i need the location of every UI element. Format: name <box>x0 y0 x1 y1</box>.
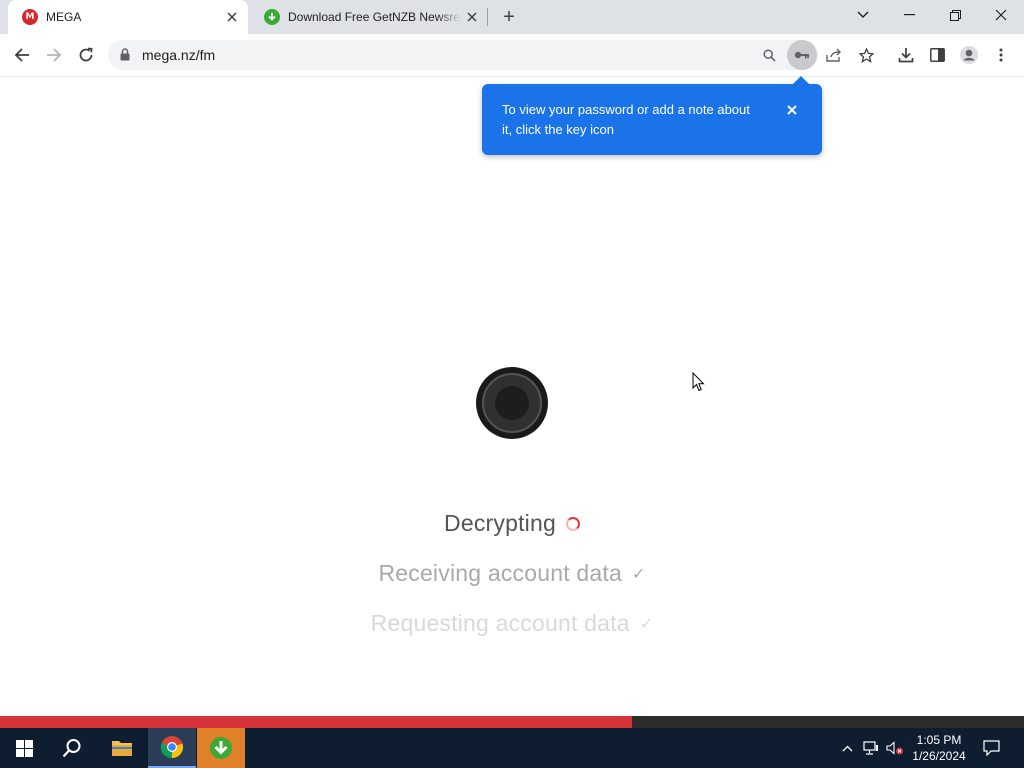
side-panel-button[interactable] <box>922 40 952 70</box>
star-icon <box>858 47 874 63</box>
taskbar-search-button[interactable] <box>48 728 96 768</box>
url-text: mega.nz/fm <box>142 47 216 63</box>
bookmark-button[interactable] <box>851 40 881 70</box>
checkmark-icon: ✓ <box>639 615 654 633</box>
mouse-cursor-icon <box>692 372 705 392</box>
step-decrypting: Decrypting <box>0 509 1024 537</box>
screen: M MEGA Download Free GetNZB Newsreader + <box>0 0 1024 768</box>
profile-button[interactable] <box>954 40 984 70</box>
close-icon <box>995 9 1007 21</box>
getnzb-taskbar-button[interactable] <box>197 728 245 768</box>
password-tip-text: To view your password or add a note abou… <box>502 102 750 137</box>
show-hidden-icons-button[interactable] <box>838 728 856 768</box>
reload-button[interactable] <box>71 40 101 70</box>
mega-logo-letter: M <box>25 12 35 22</box>
mega-loading-logo <box>476 367 548 439</box>
tab-separator <box>487 8 488 26</box>
close-window-button[interactable] <box>978 0 1024 30</box>
checkmark-icon: ✓ <box>631 565 646 583</box>
arrow-left-icon <box>14 48 29 62</box>
logo-ring <box>482 373 542 433</box>
browser-toolbar: mega.nz/fm <box>0 34 1024 77</box>
step-receiving: Receiving account data ✓ <box>0 559 1024 587</box>
tab-close-button[interactable] <box>222 7 242 27</box>
back-button[interactable] <box>7 40 37 70</box>
tab-close-button[interactable] <box>462 7 482 27</box>
file-explorer-button[interactable] <box>98 728 146 768</box>
step-requesting: Requesting account data ✓ <box>0 609 1024 637</box>
arrow-right-icon <box>47 48 62 62</box>
restore-icon <box>949 9 961 21</box>
taskbar-clock[interactable]: 1:05 PM 1/26/2024 <box>906 732 972 764</box>
side-panel-icon <box>929 48 945 62</box>
search-icon <box>62 739 81 758</box>
close-icon <box>227 12 237 22</box>
tab-getnzb[interactable]: Download Free GetNZB Newsreader <box>250 0 488 34</box>
chrome-taskbar-button[interactable] <box>148 728 196 768</box>
tab-title: MEGA <box>46 10 82 24</box>
key-icon <box>794 51 809 59</box>
close-icon <box>787 105 797 115</box>
loading-progress-bar <box>0 716 1024 728</box>
search-icon <box>762 48 776 62</box>
avatar-icon <box>960 46 978 64</box>
notification-icon <box>982 740 1000 756</box>
tab-title: Download Free GetNZB Newsreader <box>288 10 462 24</box>
clock-date: 1/26/2024 <box>912 749 966 763</box>
network-tray-button[interactable] <box>860 728 882 768</box>
forward-button[interactable] <box>39 40 69 70</box>
chevron-up-icon <box>842 745 852 751</box>
share-button[interactable] <box>819 40 849 70</box>
start-button[interactable] <box>0 728 48 768</box>
network-icon <box>863 741 878 755</box>
password-key-button[interactable] <box>787 40 817 70</box>
tab-mega[interactable]: M MEGA <box>8 0 248 34</box>
zoom-search-button[interactable] <box>754 40 784 70</box>
logo-core <box>495 386 529 420</box>
password-tip-bubble: To view your password or add a note abou… <box>482 76 822 155</box>
lock-icon <box>120 48 130 61</box>
volume-muted-icon <box>886 741 903 755</box>
action-center-button[interactable] <box>976 728 1006 768</box>
more-vertical-icon <box>999 48 1003 62</box>
spinner-icon <box>565 516 580 531</box>
download-icon <box>898 48 914 63</box>
menu-button[interactable] <box>986 40 1016 70</box>
chevron-down-icon <box>857 11 869 18</box>
step-label: Requesting account data <box>370 610 630 637</box>
chrome-icon <box>160 736 184 759</box>
minimize-button[interactable] <box>886 0 932 30</box>
green-download-icon <box>264 9 280 25</box>
clock-time: 1:05 PM <box>916 733 962 747</box>
getnzb-icon <box>210 737 232 759</box>
taskbar: 1:05 PM 1/26/2024 <box>0 728 1024 768</box>
restore-button[interactable] <box>932 0 978 30</box>
tip-close-button[interactable] <box>784 102 800 118</box>
downloads-button[interactable] <box>891 40 921 70</box>
windows-start-icon <box>15 739 33 757</box>
reload-icon <box>79 47 93 62</box>
volume-tray-button[interactable] <box>884 728 906 768</box>
mega-logo-icon: M <box>22 9 38 25</box>
file-explorer-icon <box>112 741 132 756</box>
step-label: Decrypting <box>444 510 556 537</box>
tab-strip: M MEGA Download Free GetNZB Newsreader + <box>0 0 1024 34</box>
tab-search-button[interactable] <box>840 0 886 30</box>
address-bar[interactable]: mega.nz/fm <box>108 40 874 70</box>
new-tab-button[interactable]: + <box>498 6 520 28</box>
close-icon <box>467 12 477 22</box>
step-label: Receiving account data <box>378 560 622 587</box>
minimize-icon <box>903 14 915 16</box>
share-icon <box>826 48 841 62</box>
progress-fill <box>0 716 632 728</box>
